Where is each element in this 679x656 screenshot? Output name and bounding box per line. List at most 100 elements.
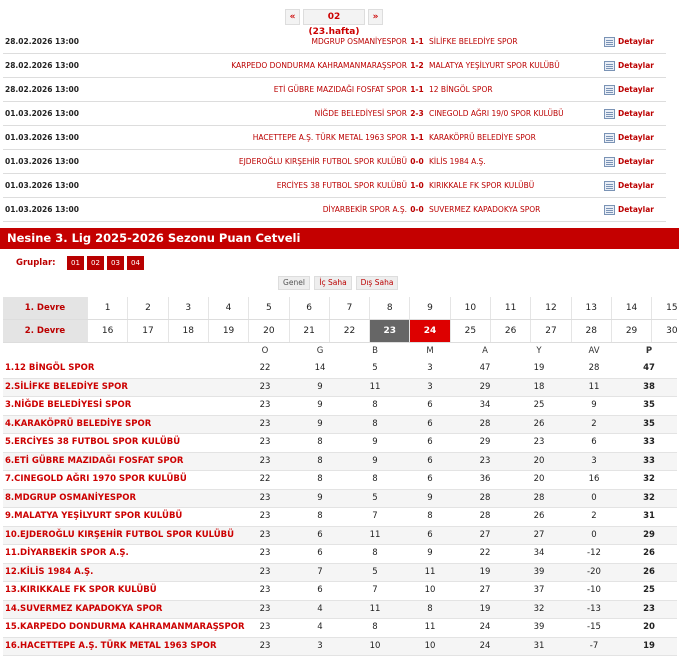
week-button[interactable]: 3 — [168, 297, 208, 319]
team-link[interactable]: 5.ERCİYES 38 FUTBOL SPOR KULÜBÜ — [5, 434, 180, 452]
details-link[interactable]: Detaylar — [604, 150, 654, 173]
team-link[interactable]: 1.12 BİNGÖL SPOR — [5, 360, 94, 378]
details-link[interactable]: Detaylar — [604, 174, 654, 197]
week-button[interactable]: 15 — [651, 297, 679, 319]
details-link[interactable]: Detaylar — [604, 126, 654, 149]
stat-b: 9 — [361, 434, 389, 452]
week-button[interactable]: 18 — [168, 320, 208, 342]
fixtures-list: 28.02.2026 13:00MDGRUP OSMANİYESPOR1-1Sİ… — [3, 30, 666, 222]
team-link[interactable]: 4.KARAKÖPRÜ BELEDİYE SPOR — [5, 416, 151, 434]
home-team-link[interactable]: ERCİYES 38 FUTBOL SPOR KULÜBÜ — [277, 174, 407, 197]
team-link[interactable]: 3.NİĞDE BELEDİYESİ SPOR — [5, 397, 131, 415]
away-team-link[interactable]: MALATYA YEŞİLYURT SPOR KULÜBÜ — [429, 54, 560, 77]
week-button[interactable]: 13 — [571, 297, 611, 319]
home-team-link[interactable]: NİĞDE BELEDİYESİ SPOR — [315, 102, 407, 125]
current-week-selector[interactable]: 02 (23.hafta) — [303, 9, 365, 25]
details-link[interactable]: Detaylar — [604, 78, 654, 101]
week-button[interactable]: 6 — [289, 297, 329, 319]
team-link[interactable]: 12.KİLİS 1984 A.Ş. — [5, 564, 93, 582]
group-button-02[interactable]: 02 — [87, 256, 104, 270]
team-link[interactable]: 8.MDGRUP OSMANİYESPOR — [5, 490, 136, 508]
week-button[interactable]: 1 — [87, 297, 127, 319]
stat-a: 24 — [471, 638, 499, 656]
document-icon — [604, 109, 615, 119]
week-button[interactable]: 14 — [611, 297, 651, 319]
group-button-04[interactable]: 04 — [127, 256, 144, 270]
week-button[interactable]: 26 — [490, 320, 530, 342]
week-button[interactable]: 19 — [208, 320, 248, 342]
week-button[interactable]: 24 — [409, 320, 449, 342]
away-team-link[interactable]: KİLİS 1984 A.Ş. — [429, 150, 486, 173]
team-link[interactable]: 9.MALATYA YEŞİLYURT SPOR KULÜBÜ — [5, 508, 182, 526]
stat-o: 23 — [251, 490, 279, 508]
team-link[interactable]: 2.SİLİFKE BELEDİYE SPOR — [5, 379, 128, 397]
team-link[interactable]: 11.DİYARBEKİR SPOR A.Ş. — [5, 545, 129, 563]
group-button-03[interactable]: 03 — [107, 256, 124, 270]
team-link[interactable]: 6.ETİ GÜBRE MAZIDAĞI FOSFAT SPOR — [5, 453, 183, 471]
week-button[interactable]: 12 — [530, 297, 570, 319]
away-team-link[interactable]: KIRIKKALE FK SPOR KULÜBÜ — [429, 174, 534, 197]
stat-a: 27 — [471, 527, 499, 545]
team-link[interactable]: 14.SUVERMEZ KAPADOKYA SPOR — [5, 601, 162, 619]
week-button[interactable]: 8 — [369, 297, 409, 319]
details-link[interactable]: Detaylar — [604, 102, 654, 125]
stat-m: 6 — [416, 397, 444, 415]
match-score: 0-0 — [409, 198, 425, 221]
details-link[interactable]: Detaylar — [604, 54, 654, 77]
second-half-label: 2. Devre — [3, 320, 87, 342]
team-link[interactable]: 15.KARPEDO DONDURMA KAHRAMANMARAŞSPOR — [5, 619, 245, 637]
week-button[interactable]: 28 — [571, 320, 611, 342]
week-button[interactable]: 29 — [611, 320, 651, 342]
week-button[interactable]: 4 — [208, 297, 248, 319]
away-team-link[interactable]: 12 BİNGÖL SPOR — [429, 78, 493, 101]
week-button[interactable]: 20 — [248, 320, 288, 342]
away-team-link[interactable]: CINEGOLD AĞRI 19/0 SPOR KULÜBÜ — [429, 102, 564, 125]
week-grid: 1. Devre 123456789101112131415 2. Devre … — [3, 297, 677, 343]
home-team-link[interactable]: ETİ GÜBRE MAZIDAĞI FOSFAT SPOR — [274, 78, 407, 101]
stat-g: 7 — [306, 564, 334, 582]
stat-av: 3 — [580, 453, 608, 471]
week-button[interactable]: 16 — [87, 320, 127, 342]
standings-row: 13.KIRIKKALE FK SPOR KULÜBÜ2367102737-10… — [3, 582, 677, 601]
tab-genel[interactable]: Genel — [278, 276, 310, 290]
previous-week-button[interactable]: « — [285, 9, 300, 25]
team-link[interactable]: 10.EJDEROĞLU KIRŞEHİR FUTBOL SPOR KULÜBÜ — [5, 527, 234, 545]
team-link[interactable]: 16.HACETTEPE A.Ş. TÜRK METAL 1963 SPOR — [5, 638, 217, 656]
next-week-button[interactable]: » — [368, 9, 383, 25]
stat-o: 23 — [251, 582, 279, 600]
home-team-link[interactable]: DİYARBEKİR SPOR A.Ş. — [323, 198, 407, 221]
details-link[interactable]: Detaylar — [604, 30, 654, 53]
week-button[interactable]: 2 — [127, 297, 167, 319]
stat-m: 9 — [416, 545, 444, 563]
home-team-link[interactable]: HACETTEPE A.Ş. TÜRK METAL 1963 SPOR — [253, 126, 407, 149]
week-button[interactable]: 5 — [248, 297, 288, 319]
fixture-date: 01.03.2026 13:00 — [5, 174, 79, 197]
tab-ic-saha[interactable]: İç Saha — [314, 276, 352, 290]
details-link[interactable]: Detaylar — [604, 198, 654, 221]
away-team-link[interactable]: SİLİFKE BELEDİYE SPOR — [429, 30, 518, 53]
week-button[interactable]: 11 — [490, 297, 530, 319]
week-button[interactable]: 9 — [409, 297, 449, 319]
week-button[interactable]: 10 — [450, 297, 490, 319]
group-button-01[interactable]: 01 — [67, 256, 84, 270]
home-team-link[interactable]: EJDEROĞLU KIRŞEHİR FUTBOL SPOR KULÜBÜ — [239, 150, 407, 173]
week-button[interactable]: 7 — [329, 297, 369, 319]
week-button[interactable]: 22 — [329, 320, 369, 342]
week-button[interactable]: 25 — [450, 320, 490, 342]
stat-p: 23 — [635, 601, 663, 619]
home-team-link[interactable]: MDGRUP OSMANİYESPOR — [312, 30, 407, 53]
week-button[interactable]: 23 — [369, 320, 409, 342]
week-button[interactable]: 30 — [651, 320, 679, 342]
team-link[interactable]: 13.KIRIKKALE FK SPOR KULÜBÜ — [5, 582, 157, 600]
home-team-link[interactable]: KARPEDO DONDURMA KAHRAMANMARAŞSPOR — [231, 54, 407, 77]
week-button[interactable]: 21 — [289, 320, 329, 342]
tab-dis-saha[interactable]: Dış Saha — [356, 276, 398, 290]
away-team-link[interactable]: KARAKÖPRÜ BELEDİYE SPOR — [429, 126, 536, 149]
match-score: 0-0 — [409, 150, 425, 173]
match-score: 1-0 — [409, 174, 425, 197]
stat-p: 29 — [635, 527, 663, 545]
away-team-link[interactable]: SUVERMEZ KAPADOKYA SPOR — [429, 198, 540, 221]
team-link[interactable]: 7.CINEGOLD AĞRI 1970 SPOR KULÜBÜ — [5, 471, 187, 489]
week-button[interactable]: 27 — [530, 320, 570, 342]
week-button[interactable]: 17 — [127, 320, 167, 342]
